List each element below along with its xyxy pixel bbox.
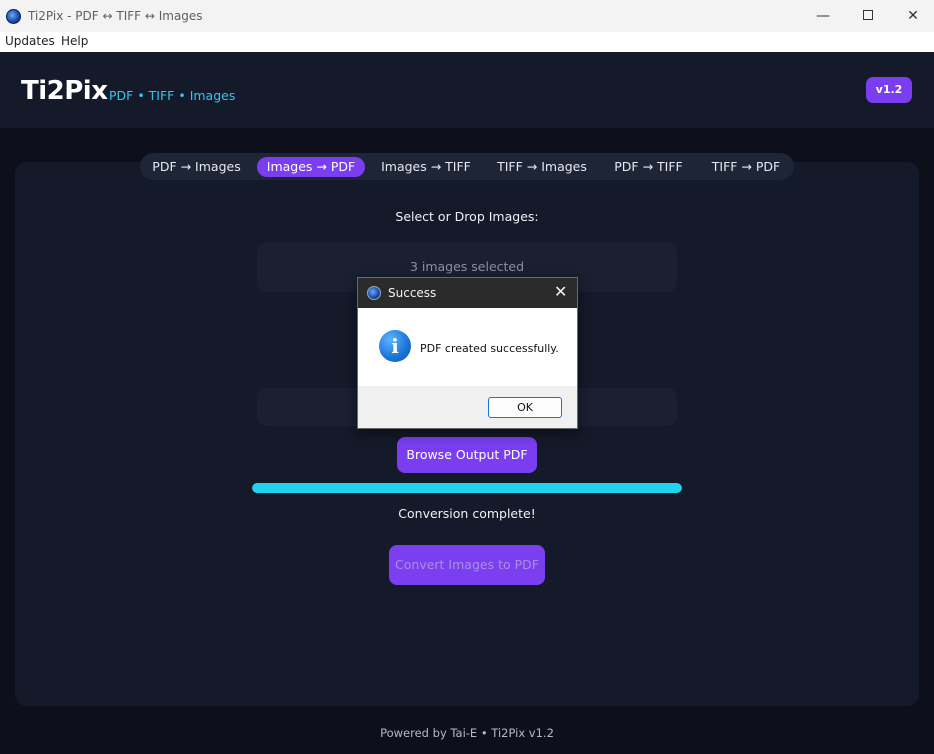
tab-images-to-pdf[interactable]: Images → PDF [257, 157, 365, 177]
select-images-label: Select or Drop Images: [395, 209, 539, 224]
tab-tiff-to-images[interactable]: TIFF → Images [491, 157, 593, 177]
progress-fill [252, 483, 682, 493]
menu-bar: Updates Help [0, 32, 934, 52]
footer-text: Powered by Tai-E • Ti2Pix v1.2 [380, 726, 554, 740]
window-title: Ti2Pix - PDF ↔ TIFF ↔ Images [28, 9, 203, 23]
dialog-message: PDF created successfully. [420, 342, 559, 355]
brand-title: Ti2Pix [21, 76, 108, 106]
maximize-button[interactable] [845, 0, 891, 32]
title-bar[interactable]: Ti2Pix - PDF ↔ TIFF ↔ Images — ✕ [0, 0, 934, 32]
tab-tiff-to-pdf[interactable]: TIFF → PDF [703, 157, 789, 177]
status-text: Conversion complete! [398, 506, 536, 521]
version-badge: v1.2 [866, 77, 912, 103]
browse-output-button[interactable]: Browse Output PDF [397, 437, 537, 473]
close-window-button[interactable]: ✕ [890, 0, 934, 32]
app-header: Ti2Pix PDF • TIFF • Images [0, 52, 934, 128]
info-icon: i [379, 330, 411, 362]
tab-images-to-tiff[interactable]: Images → TIFF [375, 157, 477, 177]
menu-updates[interactable]: Updates [5, 34, 55, 48]
brand-subtitle: PDF • TIFF • Images [109, 88, 236, 103]
convert-button[interactable]: Convert Images to PDF [389, 545, 545, 585]
app-logo-icon [6, 9, 21, 24]
menu-help[interactable]: Help [61, 34, 88, 48]
tab-pdf-to-images[interactable]: PDF → Images [145, 157, 248, 177]
dialog-body: i PDF created successfully. [358, 308, 577, 386]
success-dialog: Success ✕ i PDF created successfully. OK [357, 277, 578, 429]
progress-bar [252, 483, 682, 493]
tab-pdf-to-tiff[interactable]: PDF → TIFF [607, 157, 690, 177]
dialog-title: Success [388, 286, 437, 300]
tab-bar: PDF → Images Images → PDF Images → TIFF … [140, 153, 794, 180]
app-logo-icon [367, 286, 381, 300]
minimize-button[interactable]: — [800, 0, 846, 32]
app-window: Ti2Pix - PDF ↔ TIFF ↔ Images — ✕ Updates… [0, 0, 934, 754]
maximize-icon [863, 9, 873, 20]
ok-button[interactable]: OK [488, 397, 562, 418]
dialog-close-icon[interactable]: ✕ [554, 282, 567, 301]
dialog-title-bar[interactable]: Success ✕ [358, 278, 577, 308]
